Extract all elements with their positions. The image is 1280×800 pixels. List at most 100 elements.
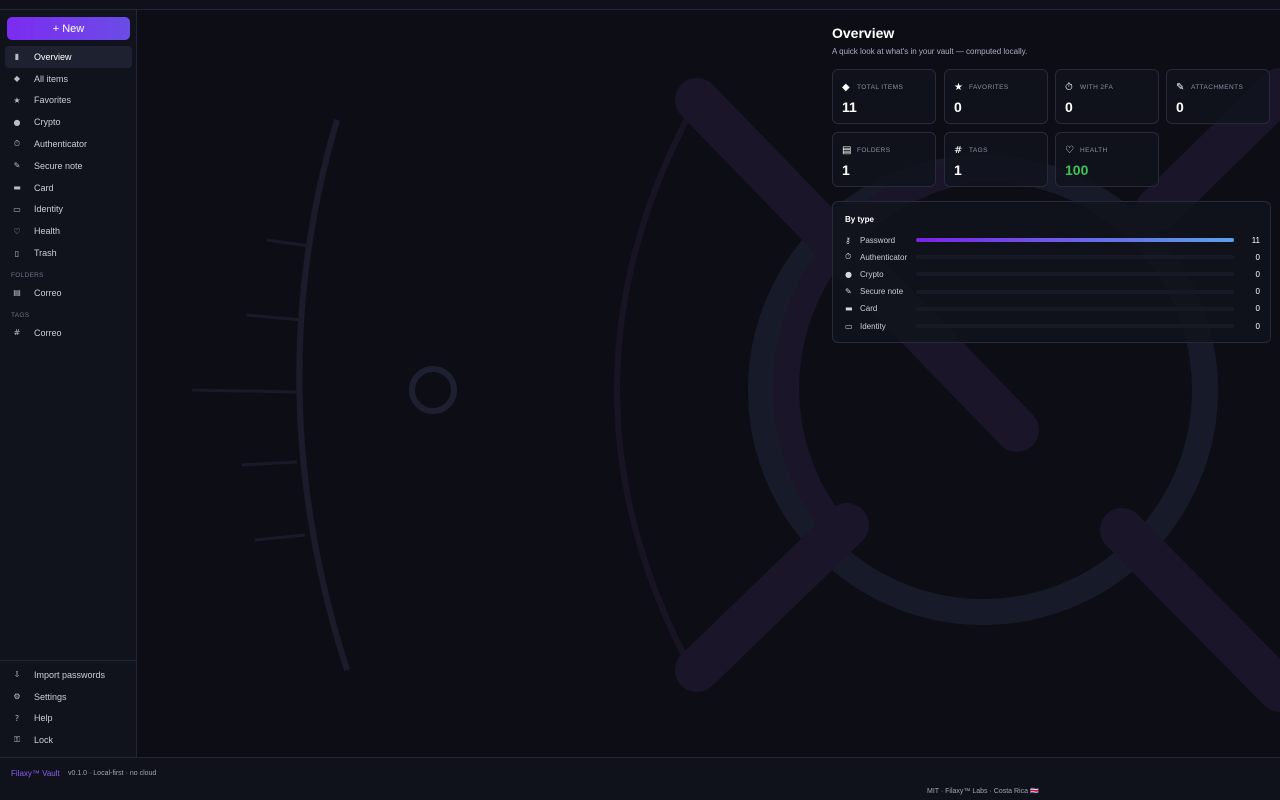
stethoscope-icon: ♡ [1065,145,1074,156]
sidebar-item-favorites[interactable]: ★ Favorites [5,90,132,112]
type-count: 0 [1255,287,1260,297]
sidebar-item-health[interactable]: ♡ Health [5,220,132,242]
stat-card-folders: ▤ FOLDERS 1 [832,132,936,187]
sidebar-item-overview[interactable]: ▮ Overview [5,46,132,68]
trash-icon: ▯ [14,248,20,258]
sidebar-item-label: Authenticator [34,139,88,150]
type-count: 0 [1255,269,1260,279]
type-label: Password [860,235,896,245]
stat-header: # TAGS [954,145,988,156]
memo-icon: ✎ [13,161,21,171]
stat-value: 0 [1176,99,1184,115]
stat-label: HEALTH [1080,147,1108,154]
sidebar-bottom-item-lock[interactable]: ⚿ Lock [5,729,132,751]
id-card-icon: ▭ [13,204,21,214]
type-label: Crypto [860,269,884,279]
bar-chart-icon: ▮ [14,52,20,62]
sidebar-tag-correo[interactable]: # Correo [5,322,132,344]
type-label: Authenticator [860,252,908,262]
type-label: Card [860,304,878,314]
sidebar-bottom-item-import-passwords[interactable]: ⇩ Import passwords [5,664,132,686]
sidebar-item-authenticator[interactable]: ⏱ Authenticator [5,133,132,155]
sidebar-item-label: Health [34,226,61,237]
type-row-crypto: ● Crypto 0 [845,268,1260,280]
stat-header: ◆ TOTAL ITEMS [842,82,903,93]
sidebar-item-label: Overview [34,51,72,62]
type-bar-track [916,306,1234,311]
key-icon: ⚷ [845,235,851,245]
folder-icon: ▤ [842,145,852,156]
folders-heading: FOLDERS [11,271,44,279]
sidebar-bottom-menu: ⇩ Import passwords ⚙ Settings? Help ⚿ Lock [5,664,132,751]
stat-value: 0 [1065,99,1073,115]
sidebar-bottom-item-settings[interactable]: ⚙ Settings [5,686,132,708]
coin-icon: ● [845,269,852,279]
paperclip-icon: ✎ [1176,82,1185,93]
sidebar-folder-label: Correo [34,287,62,298]
footer: Filaxy™ Vault v0.1.0 · Local-first · no … [0,757,1280,800]
stat-label: TAGS [969,147,988,154]
type-bar-track [916,238,1234,242]
type-bar-track [916,255,1234,260]
footer-credit: MIT · Filaxy™ Labs · Costa Rica 🇨🇷 [927,788,1039,795]
sidebar-item-label: Identity [34,204,64,215]
sidebar-item-secure-note[interactable]: ✎ Secure note [5,155,132,177]
stat-label: WITH 2FA [1080,84,1114,91]
sidebar-bottom-item-label: Import passwords [34,669,106,680]
credit-card-icon: ▬ [13,183,21,193]
version-info: v0.1.0 · Local-first · no cloud [68,770,157,777]
id-card-icon: ▭ [845,321,853,331]
sidebar-bottom-item-label: Help [34,713,53,724]
stat-value: 0 [954,99,962,115]
page-subtitle: A quick look at what's in your vault — c… [832,47,1028,56]
overview-panel: Overview A quick look at what's in your … [832,25,1272,343]
sidebar-item-label: Trash [34,248,57,259]
sidebar-folder-correo[interactable]: ▤ Correo [5,282,132,304]
sidebar-item-label: Crypto [34,117,61,128]
new-item-button[interactable]: + New [7,17,130,40]
stat-label: FOLDERS [857,147,891,154]
sidebar-item-label: Secure note [34,160,83,171]
stat-label: TOTAL ITEMS [857,84,904,91]
inbox-tray-icon: ⇩ [13,670,21,680]
gear-icon: ⚙ [13,692,21,702]
tags-heading: TAGS [11,311,30,319]
sidebar-bottom-item-help[interactable]: ? Help [5,708,132,730]
lock-icon: ⚿ [13,735,21,745]
stat-value: 1 [842,162,850,178]
stopwatch-icon: ⏱ [13,139,21,149]
stat-card-total-items: ◆ TOTAL ITEMS 11 [832,69,936,124]
coin-icon: ● [13,117,21,127]
stat-label: FAVORITES [969,84,1009,91]
stat-header: ♡ HEALTH [1065,145,1108,156]
sidebar-item-card[interactable]: ▬ Card [5,177,132,199]
star-icon: ★ [13,95,21,105]
type-count: 11 [1251,235,1260,245]
brand-name[interactable]: Filaxy™ Vault [11,769,60,778]
type-count: 0 [1255,252,1260,262]
stat-value: 100 [1065,162,1089,178]
type-row-authenticator: ⏱ Authenticator 0 [845,251,1260,263]
sidebar-item-trash[interactable]: ▯ Trash [5,242,132,264]
type-bar-track [916,289,1234,294]
top-bar [0,0,1280,10]
sidebar-tag-label: Correo [34,327,62,338]
type-label: Secure note [860,287,904,297]
type-row-password: ⚷ Password 11 [845,234,1260,246]
sidebar-item-identity[interactable]: ▭ Identity [5,199,132,221]
sidebar: + New ▮ Overview ◆ All items ★ Favorites ● Cryp… [0,10,137,757]
sidebar-item-crypto[interactable]: ● Crypto [5,111,132,133]
hash-icon: # [13,328,21,338]
stat-value: 1 [954,162,962,178]
sidebar-item-label: Favorites [34,95,72,106]
type-row-secure-note: ✎ Secure note 0 [845,286,1260,298]
stat-card-favorites: ★ FAVORITES 0 [944,69,1048,124]
sidebar-item-label: All items [34,73,69,84]
star-icon: ★ [954,82,963,93]
stopwatch-icon: ⏱ [1065,82,1073,93]
stopwatch-icon: ⏱ [845,252,852,262]
stat-card-attachments: ✎ ATTACHMENTS 0 [1166,69,1270,124]
stat-header: ✎ ATTACHMENTS [1176,82,1243,93]
type-row-identity: ▭ Identity 0 [845,320,1260,332]
sidebar-item-all-items[interactable]: ◆ All items [5,68,132,90]
